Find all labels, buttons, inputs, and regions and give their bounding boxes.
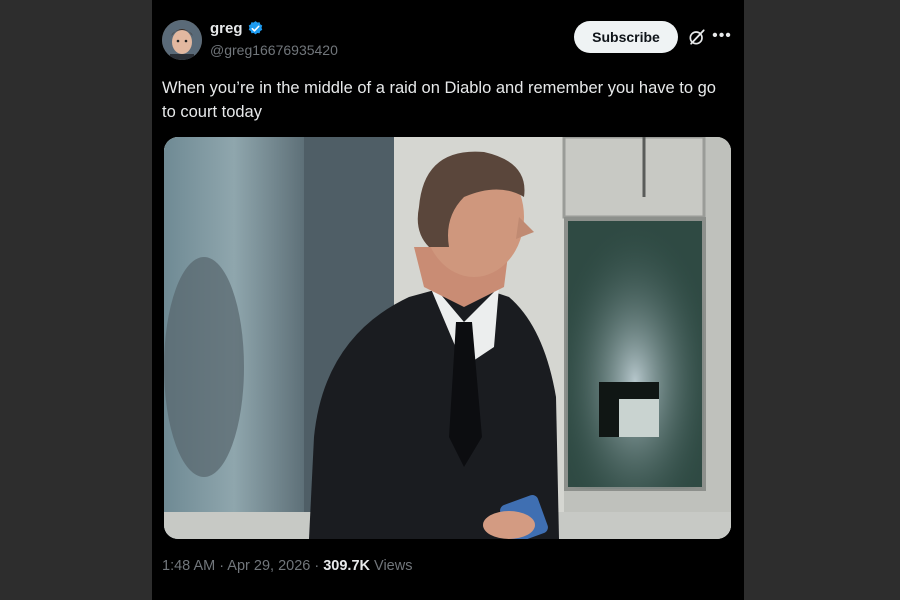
- more-icon[interactable]: •••: [712, 26, 732, 46]
- views-count: 309.7K: [323, 558, 370, 574]
- left-margin: [0, 0, 152, 600]
- tweet-date[interactable]: Apr 29, 2026: [227, 558, 310, 574]
- author-name[interactable]: greg: [210, 20, 243, 37]
- author-handle[interactable]: @greg16676935420: [210, 42, 338, 58]
- avatar[interactable]: [162, 20, 202, 60]
- verified-badge-icon: [248, 21, 262, 35]
- right-margin: [744, 0, 900, 600]
- tweet-time[interactable]: 1:48 AM: [162, 558, 215, 574]
- tweet-text: When you’re in the middle of a raid on D…: [162, 79, 716, 121]
- meta-separator: ·: [314, 558, 324, 574]
- photo-image: [164, 137, 731, 539]
- tweet-card: greg @greg16676935420 Subscribe ••• When…: [152, 0, 744, 600]
- views-label: Views: [374, 558, 413, 574]
- tweet-meta: 1:48 AM · Apr 29, 2026 · 309.7K Views: [162, 558, 412, 574]
- tweet-photo[interactable]: [164, 137, 731, 539]
- grok-icon[interactable]: [687, 27, 707, 47]
- subscribe-button[interactable]: Subscribe: [574, 21, 678, 53]
